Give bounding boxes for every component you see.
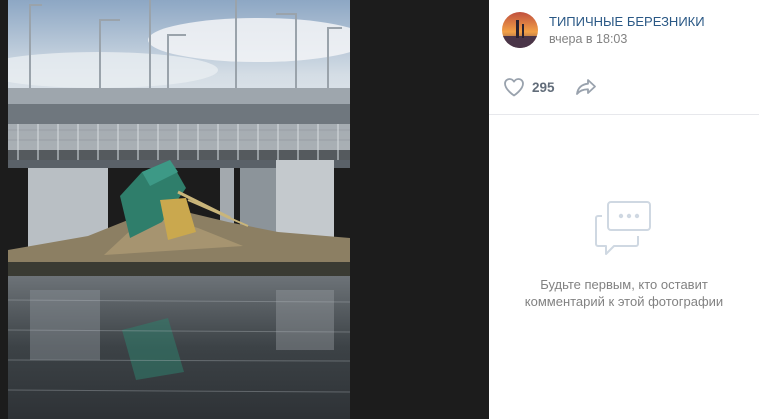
post-sidebar: ТИПИЧНЫЕ БЕРЕЗНИКИ вчера в 18:03 295 Буд… [489,0,759,419]
like-button[interactable]: 295 [502,75,555,99]
post-time[interactable]: вчера в 18:03 [549,32,627,46]
comments-empty-state: Будьте первым, кто оставит комментарий к… [489,200,759,310]
like-count: 295 [532,79,555,95]
author-avatar[interactable] [502,12,538,48]
post-photo[interactable] [8,0,350,419]
heart-icon [504,78,524,97]
comments-empty-text: Будьте первым, кто оставит комментарий к… [524,277,724,309]
share-arrow-icon[interactable] [574,75,598,99]
author-name-link[interactable]: ТИПИЧНЫЕ БЕРЕЗНИКИ [549,14,705,29]
post-actions: 295 [489,60,759,115]
comments-bubble-icon [595,201,651,255]
photo-viewer [0,0,489,419]
post-header: ТИПИЧНЫЕ БЕРЕЗНИКИ вчера в 18:03 [489,0,759,60]
